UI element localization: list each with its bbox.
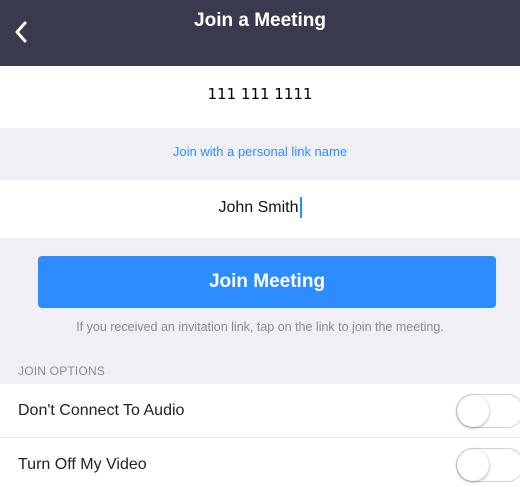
name-field[interactable]: John Smith (0, 180, 520, 238)
join-meeting-button[interactable]: Join Meeting (38, 256, 496, 308)
personal-link-button[interactable]: Join with a personal link name (173, 144, 347, 159)
toggle-knob (457, 449, 489, 481)
personal-link-row: Join with a personal link name (0, 128, 520, 180)
meeting-id-row (0, 63, 520, 128)
name-field-value: John Smith (218, 198, 299, 216)
option-row-video: Turn Off My Video (0, 437, 520, 487)
toggle-video[interactable] (456, 448, 520, 482)
option-label-audio: Don't Connect To Audio (18, 402, 185, 419)
text-caret (299, 197, 302, 218)
toggle-knob (457, 395, 489, 427)
nav-header: Join a Meeting (0, 0, 520, 66)
toggle-audio[interactable] (456, 394, 520, 428)
option-row-audio: Don't Connect To Audio (0, 384, 520, 437)
join-meeting-screen: Join a Meeting Join with a personal link… (0, 0, 520, 487)
invite-hint-text: If you received an invitation link, tap … (76, 320, 444, 334)
join-options-list: Don't Connect To Audio Turn Off My Video (0, 384, 520, 487)
join-options-heading: JOIN OPTIONS (18, 364, 106, 378)
option-label-video: Turn Off My Video (18, 456, 147, 473)
page-title: Join a Meeting (194, 10, 326, 31)
meeting-id-input[interactable] (0, 63, 520, 125)
